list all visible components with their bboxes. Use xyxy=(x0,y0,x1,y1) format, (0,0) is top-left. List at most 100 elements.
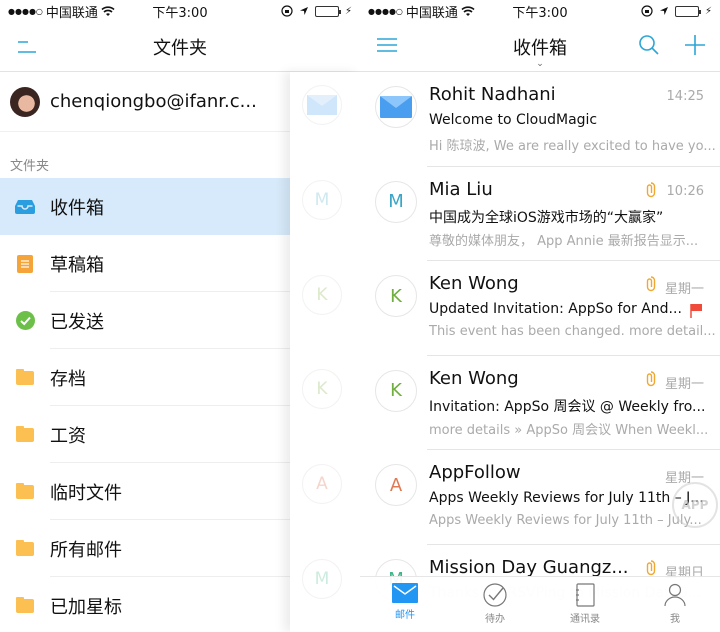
compose-plus-icon[interactable] xyxy=(684,34,706,56)
flag-icon xyxy=(690,303,702,322)
envelope-icon xyxy=(380,96,412,118)
ghost-avatar: M xyxy=(302,559,342,599)
folders-screen: ●●●●○ 中国联通 下午3:00 ⚡ 文件夹 chenqiongbo@ifan… xyxy=(0,0,360,632)
sender-avatar: M xyxy=(375,180,417,223)
folder-item-starred[interactable]: 已加星标 xyxy=(0,577,290,632)
message-preview: This event has been changed. more detail… xyxy=(429,324,716,339)
attachment-icon xyxy=(646,276,656,296)
folder-item-all-mail[interactable]: 所有邮件 xyxy=(0,520,290,577)
message-subject: Apps Weekly Reviews for July 11th – J... xyxy=(429,490,704,506)
attachment-icon xyxy=(646,370,656,391)
folder-item-archive[interactable]: 存档 xyxy=(0,349,290,406)
message-date: 10:26 xyxy=(666,183,704,199)
tab-contacts[interactable]: 通讯录 xyxy=(540,577,630,632)
location-icon xyxy=(659,7,668,15)
page-title[interactable]: 收件箱 xyxy=(513,34,567,60)
inbox-preview-behind-menu[interactable]: M K K A M xyxy=(290,72,360,632)
ghost-avatar: K xyxy=(302,275,342,315)
search-icon[interactable] xyxy=(638,34,660,56)
tab-mail[interactable]: 邮件 xyxy=(360,577,450,632)
message-subject: Invitation: AppSo 周会议 @ Weekly fro... xyxy=(429,398,706,415)
wifi-icon xyxy=(101,5,115,16)
tab-todo[interactable]: 待办 xyxy=(450,577,540,632)
status-time: 下午3:00 xyxy=(512,5,568,21)
carrier: ●●●●○ 中国联通 xyxy=(368,2,475,21)
message-preview: 尊敬的媒体朋友， App Annie 最新报告显示... xyxy=(429,233,699,249)
message-row[interactable]: A AppFollow 星期一 Apps Weekly Reviews for … xyxy=(360,450,720,545)
profile-icon xyxy=(664,583,686,607)
contacts-icon xyxy=(576,583,595,607)
mail-icon xyxy=(392,583,418,603)
section-label: 文件夹 xyxy=(10,159,50,174)
chevron-down-icon[interactable]: ⌄ xyxy=(536,59,544,69)
signal-icon: ●●●●○ xyxy=(8,6,43,16)
folder-item-inbox[interactable]: 收件箱 xyxy=(0,178,290,235)
tab-me[interactable]: 我 xyxy=(630,577,720,632)
inbox-navbar: 收件箱 ⌄ xyxy=(360,22,720,72)
message-row[interactable]: M Mia Liu 10:26 中国成为全球iOS游戏市场的“大赢家” 尊敬的媒… xyxy=(360,167,720,262)
folder-icon xyxy=(16,368,34,385)
message-subject: Updated Invitation: AppSo for And... xyxy=(429,301,682,317)
menu-collapse-icon xyxy=(18,41,36,53)
folder-icon xyxy=(16,482,34,499)
drafts-icon xyxy=(17,254,33,273)
attachment-icon xyxy=(646,181,656,202)
account-email: chenqiongbo@ifanr.c... xyxy=(50,91,257,112)
sender-name: AppFollow xyxy=(429,462,521,483)
inbox-screen: ●●●●○ 中国联通 下午3:00 ⚡ 收件箱 ⌄ Rohit Nadhani … xyxy=(360,0,720,632)
message-preview: more details » AppSo 周会议 When Weekl... xyxy=(429,422,709,438)
message-subject: 中国成为全球iOS游戏市场的“大赢家” xyxy=(429,209,664,226)
message-date: 星期一 xyxy=(664,282,704,297)
ghost-avatar: K xyxy=(302,369,342,409)
wifi-icon xyxy=(461,5,475,16)
folder-menu: chenqiongbo@ifanr.c... 文件夹 收件箱 草稿箱 已发送 存… xyxy=(0,72,290,632)
tab-bar: 邮件 待办 通讯录 我 xyxy=(360,576,720,632)
folder-item-drafts[interactable]: 草稿箱 xyxy=(0,235,290,292)
folder-item-sent[interactable]: 已发送 xyxy=(0,292,290,349)
avatar xyxy=(10,86,40,117)
folder-icon xyxy=(16,425,34,442)
ghost-avatar: M xyxy=(302,180,342,220)
charging-icon: ⚡ xyxy=(704,5,712,17)
menu-button[interactable] xyxy=(376,36,398,58)
inbox-icon xyxy=(15,200,35,214)
folder-icon xyxy=(16,596,34,613)
battery-icon xyxy=(314,5,341,17)
rotation-lock-icon xyxy=(281,5,293,17)
message-preview: Hi 陈琼波, We are really excited to have yo… xyxy=(429,139,716,154)
message-row[interactable]: K Ken Wong 星期一 Updated Invitation: AppSo… xyxy=(360,261,720,356)
sender-name: Rohit Nadhani xyxy=(429,84,556,105)
hamburger-icon xyxy=(377,38,397,52)
carrier: ●●●●○ 中国联通 xyxy=(8,2,115,21)
folder-icon xyxy=(16,539,34,556)
todo-check-icon xyxy=(483,583,507,607)
watermark-logo: APP xyxy=(672,482,718,528)
rotation-lock-icon xyxy=(641,5,653,17)
envelope-icon xyxy=(307,95,337,115)
battery-icon xyxy=(674,5,701,17)
menu-button[interactable] xyxy=(16,38,36,58)
sender-name: Ken Wong xyxy=(429,273,519,294)
envelope-avatar-faded xyxy=(302,85,342,125)
sender-name: Mia Liu xyxy=(429,178,493,200)
status-time: 下午3:00 xyxy=(152,5,208,21)
sender-avatar: K xyxy=(375,369,417,412)
ghost-avatar: A xyxy=(302,464,342,504)
sender-avatar: K xyxy=(375,275,417,317)
message-row[interactable]: Rohit Nadhani 14:25 Welcome to CloudMagi… xyxy=(360,72,720,167)
location-icon xyxy=(299,7,308,15)
sent-check-icon xyxy=(15,311,35,330)
message-list: Rohit Nadhani 14:25 Welcome to CloudMagi… xyxy=(360,72,720,632)
sender-name: Ken Wong xyxy=(429,367,519,389)
sender-avatar xyxy=(375,86,417,128)
account-row[interactable]: chenqiongbo@ifanr.c... xyxy=(0,72,290,132)
message-subject: Welcome to CloudMagic xyxy=(429,112,598,128)
page-title: 文件夹 xyxy=(153,37,207,59)
status-bar: ●●●●○ 中国联通 下午3:00 ⚡ xyxy=(0,0,360,22)
message-row[interactable]: K Ken Wong 星期一 Invitation: AppSo 周会议 @ W… xyxy=(360,356,720,451)
folder-item-temp[interactable]: 临时文件 xyxy=(0,463,290,520)
message-date: 14:25 xyxy=(666,89,704,104)
message-date: 星期一 xyxy=(664,376,704,392)
folder-item-salary[interactable]: 工资 xyxy=(0,406,290,463)
signal-icon: ●●●●○ xyxy=(368,6,403,16)
